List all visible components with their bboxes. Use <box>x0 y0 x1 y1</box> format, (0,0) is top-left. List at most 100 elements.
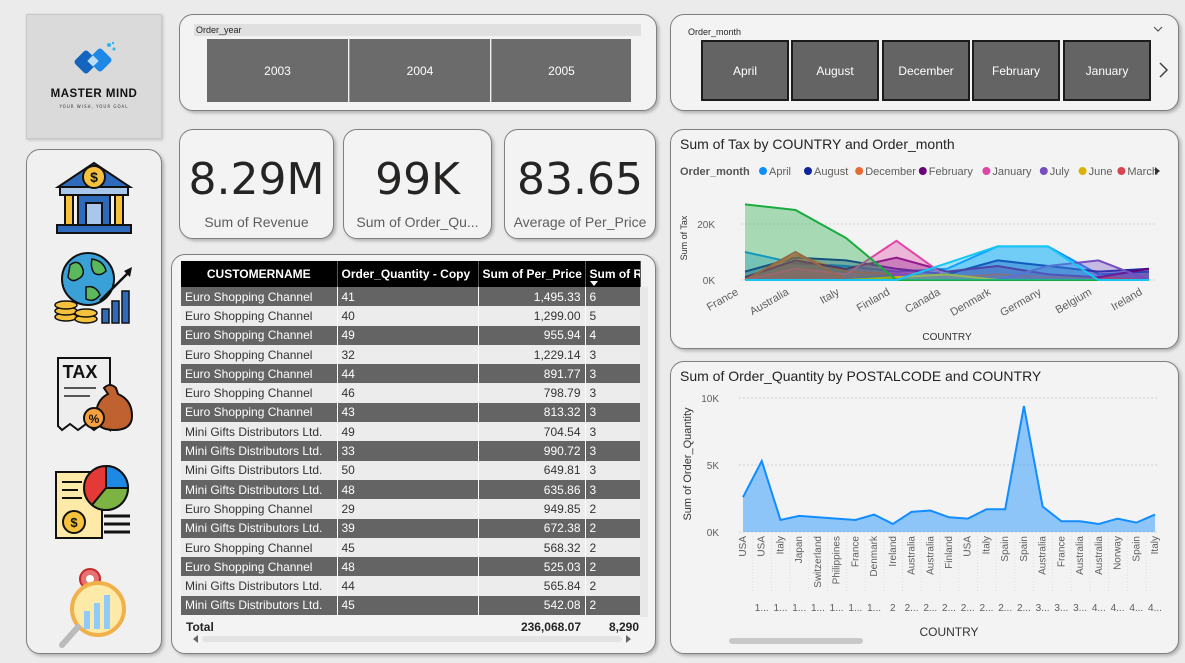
month-tile-april[interactable]: April <box>701 40 789 101</box>
y-axis-title: Sum of Order_Quantity <box>682 407 694 521</box>
quantity-area-chart: 10K 5K 0K Sum of Order_Quantity USA USA 1... It… <box>682 394 1162 644</box>
cell-revenue: 3 <box>585 364 641 384</box>
table-row[interactable]: Mini Gifts Distributors Ltd. 49 704.54 3 <box>181 422 641 442</box>
month-tile-january[interactable]: January <box>1063 40 1151 101</box>
table-row[interactable]: Euro Shopping Channel 29 949.85 2 <box>181 499 641 519</box>
column-header[interactable]: Order_Quantity - Copy <box>337 261 479 287</box>
logo: MASTER MIND YOUR WISH, YOUR GOAL <box>26 14 162 139</box>
chevron-right-icon[interactable] <box>1157 61 1169 79</box>
table-row[interactable]: Euro Shopping Channel 43 813.32 3 <box>181 402 641 423</box>
month-tile-february[interactable]: February <box>972 40 1060 101</box>
column-header[interactable]: Sum of Per_Price <box>478 261 586 287</box>
postal-label: 1... <box>830 603 844 614</box>
x-tick-label: Australia <box>1094 536 1105 575</box>
report-chart-icon[interactable]: $ <box>52 458 136 542</box>
year-tile-2003[interactable]: 2003 <box>207 39 348 102</box>
cell-per-price: 649.81 <box>478 460 586 480</box>
y-tick-label: 5K <box>707 461 720 472</box>
month-tile-august[interactable]: August <box>791 40 879 101</box>
cell-per-price: 1,299.00 <box>478 306 586 326</box>
cell-customer: Mini Gifts Distributors Ltd. <box>181 595 338 616</box>
order-month-slicer: Order_month April August December Februa… <box>670 14 1179 111</box>
legend-marker <box>759 167 767 175</box>
table-row[interactable]: Euro Shopping Channel 46 798.79 3 <box>181 383 641 403</box>
table-row[interactable]: Euro Shopping Channel 44 891.77 3 <box>181 364 641 384</box>
x-tick-label: Germany <box>998 286 1044 319</box>
cell-revenue: 3 <box>585 383 641 403</box>
total-label: Total <box>186 620 214 634</box>
analytics-search-icon[interactable] <box>52 565 136 649</box>
x-tick-label: Australia <box>1075 536 1086 575</box>
cell-quantity: 49 <box>337 325 479 345</box>
table-row[interactable]: Euro Shopping Channel 40 1,299.00 5 <box>181 306 641 326</box>
slicer-header <box>194 24 641 36</box>
logo-tagline: YOUR WISH, YOUR GOAL <box>59 104 129 109</box>
postal-label: 3... <box>1054 603 1068 614</box>
table-row[interactable]: Euro Shopping Channel 49 955.94 4 <box>181 325 641 345</box>
postal-label: 4... <box>1129 603 1143 614</box>
quantity-chart-card: Sum of Order_Quantity by POSTALCODE and … <box>670 361 1179 654</box>
globe-growth-icon[interactable] <box>52 245 136 329</box>
svg-text:TAX: TAX <box>63 362 98 382</box>
x-tick-label: Denmark <box>869 535 880 577</box>
cell-customer: Euro Shopping Channel <box>181 499 338 519</box>
tax-icon[interactable]: TAX % <box>52 350 136 434</box>
legend-title: Order_month <box>680 166 750 178</box>
table-row[interactable]: Euro Shopping Channel 32 1,229.14 3 <box>181 344 641 365</box>
postal-label: 3... <box>1036 603 1050 614</box>
kpi-value: 99K <box>375 154 460 205</box>
postal-label: 1... <box>755 603 769 614</box>
postal-label: 2... <box>961 603 975 614</box>
cell-per-price: 1,229.14 <box>478 344 586 365</box>
kpi-card-per-price: 83.65 Average of Per_Price <box>504 129 656 239</box>
cell-per-price: 990.72 <box>478 441 586 461</box>
cell-quantity: 33 <box>337 441 479 461</box>
scroll-right-icon[interactable] <box>624 634 632 644</box>
postal-label: 3... <box>1073 603 1087 614</box>
cell-revenue: 3 <box>585 402 641 423</box>
tax-area-chart: Order_month April August December February Ja… <box>679 166 1160 343</box>
y-tick-label: 0K <box>707 528 720 539</box>
legend-item: December <box>865 166 916 178</box>
table-hscrollbar[interactable] <box>202 636 622 642</box>
cell-revenue: 2 <box>585 576 641 596</box>
bank-icon[interactable]: $ <box>52 155 136 239</box>
postal-label: 2... <box>998 603 1012 614</box>
table-row[interactable]: Mini Gifts Distributors Ltd. 48 635.86 3 <box>181 479 641 500</box>
cell-customer: Euro Shopping Channel <box>181 287 338 307</box>
table-row[interactable]: Mini Gifts Distributors Ltd. 44 565.84 2 <box>181 576 641 596</box>
cell-revenue: 2 <box>585 595 641 616</box>
cell-customer: Euro Shopping Channel <box>181 557 338 577</box>
cell-customer: Euro Shopping Channel <box>181 402 338 423</box>
month-tile-december[interactable]: December <box>882 40 970 101</box>
cell-quantity: 43 <box>337 402 479 423</box>
legend-marker <box>804 167 812 175</box>
cell-quantity: 49 <box>337 422 479 442</box>
table-row[interactable]: Mini Gifts Distributors Ltd. 45 542.08 2 <box>181 595 641 616</box>
year-tile-2005[interactable]: 2005 <box>491 39 631 102</box>
cell-revenue: 5 <box>585 306 641 326</box>
table-row[interactable]: Euro Shopping Channel 48 525.03 2 <box>181 557 641 577</box>
kpi-card-revenue: 8.29M Sum of Revenue <box>179 129 334 239</box>
cell-revenue: 3 <box>585 441 641 461</box>
table-row[interactable]: Mini Gifts Distributors Ltd. 50 649.81 3 <box>181 460 641 480</box>
postal-label: 2... <box>1017 603 1031 614</box>
table-vscrollbar[interactable] <box>640 287 648 617</box>
cell-customer: Euro Shopping Channel <box>181 537 338 558</box>
cell-quantity: 29 <box>337 499 479 519</box>
column-header[interactable]: CUSTOMERNAME <box>181 261 338 287</box>
svg-text:%: % <box>89 412 100 426</box>
legend-marker <box>1039 167 1048 175</box>
x-tick-label: USA <box>738 536 749 557</box>
scroll-left-icon[interactable] <box>192 634 200 644</box>
table-row[interactable]: Mini Gifts Distributors Ltd. 33 990.72 3 <box>181 441 641 461</box>
cell-quantity: 41 <box>337 287 479 307</box>
x-tick-label: Ireland <box>1109 286 1144 313</box>
table-row[interactable]: Mini Gifts Distributors Ltd. 39 672.38 2 <box>181 518 641 538</box>
logo-mark-icon <box>74 41 116 74</box>
table-row[interactable]: Euro Shopping Channel 45 568.32 2 <box>181 537 641 558</box>
table-row[interactable]: Euro Shopping Channel 41 1,495.33 6 <box>181 287 641 307</box>
year-tile-2004[interactable]: 2004 <box>349 39 490 102</box>
x-tick-label: Italy <box>775 536 786 554</box>
chevron-down-icon[interactable] <box>1152 24 1164 34</box>
